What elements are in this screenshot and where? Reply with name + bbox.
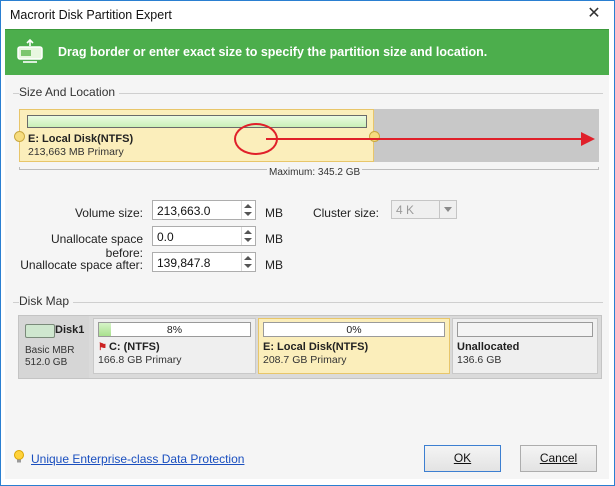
partition-size-text: 136.6 GB — [457, 354, 502, 366]
partition-block-e[interactable]: E: Local Disk(NTFS) 213,663 MB Primary — [19, 109, 374, 162]
partition-size-track[interactable]: E: Local Disk(NTFS) 213,663 MB Primary — [14, 109, 599, 162]
unallocate-after-unit: MB — [265, 258, 283, 272]
cluster-size-select: 4 K — [391, 200, 457, 219]
annotation-arrow-line — [266, 138, 586, 140]
unallocate-after-input[interactable]: 139,847.8 — [152, 252, 256, 272]
partition-size-text: 208.7 GB Primary — [263, 354, 347, 366]
title-bar: Macrorit Disk Partition Expert ✕ — [1, 1, 614, 29]
partition-size-text: 166.8 GB Primary — [98, 354, 182, 366]
dialog-window: Macrorit Disk Partition Expert ✕ Drag bo… — [0, 0, 615, 486]
diskmap-unallocated[interactable]: Unallocated 136.6 GB — [452, 318, 598, 374]
annotation-arrow-head — [581, 132, 595, 146]
volume-size-stepper[interactable] — [241, 201, 255, 219]
spin-down-icon[interactable] — [244, 264, 252, 268]
disk-info[interactable]: Disk1 Basic MBR 512.0 GB — [19, 316, 89, 378]
disk-size: 512.0 GB — [25, 357, 68, 368]
close-button[interactable]: ✕ — [580, 3, 608, 25]
spin-up-icon[interactable] — [244, 230, 252, 234]
unallocate-before-label: Unallocate space before: — [50, 232, 143, 260]
unallocate-before-unit: MB — [265, 232, 283, 246]
partition-name: ⚑ C: (NTFS) — [98, 341, 160, 353]
chevron-down-icon — [439, 201, 456, 218]
disk-type: Basic MBR — [25, 345, 75, 356]
unallocate-after-label: Unallocate space after: — [20, 258, 143, 272]
partition-name: Unallocated — [457, 341, 520, 353]
unallocate-before-input[interactable]: 0.0 — [152, 226, 256, 246]
flag-icon: ⚑ — [98, 342, 107, 353]
enterprise-protection-link[interactable]: Unique Enterprise-class Data Protection — [31, 452, 244, 466]
usage-percent: 8% — [166, 324, 183, 336]
partition-name: E: Local Disk(NTFS) — [263, 341, 369, 353]
partition-name: E: Local Disk(NTFS) — [28, 133, 134, 145]
banner-text: Drag border or enter exact size to speci… — [58, 45, 488, 59]
section-divider — [13, 302, 603, 303]
cancel-button[interactable]: Cancel — [520, 445, 597, 472]
cluster-size-value: 4 K — [396, 203, 415, 217]
volume-size-input[interactable]: 213,663.0 — [152, 200, 256, 220]
size-location-heading: Size And Location — [19, 85, 120, 99]
unallocate-before-value: 0.0 — [157, 230, 174, 244]
unallocate-after-value: 139,847.8 — [157, 256, 211, 270]
usage-percent: 0% — [346, 324, 362, 336]
window-title: Macrorit Disk Partition Expert — [10, 8, 172, 22]
close-icon: ✕ — [587, 5, 601, 22]
usage-bar: 0% — [263, 322, 445, 337]
spin-down-icon[interactable] — [244, 238, 252, 242]
volume-size-label: Volume size: — [74, 206, 143, 220]
spin-up-icon[interactable] — [244, 256, 252, 260]
ok-button[interactable]: OK — [424, 445, 501, 472]
left-resize-handle[interactable] — [14, 131, 25, 142]
unallocate-before-stepper[interactable] — [241, 227, 255, 245]
instruction-banner: Drag border or enter exact size to speci… — [5, 29, 609, 76]
disk-map-heading: Disk Map — [19, 294, 74, 308]
diskmap-partition-e[interactable]: 0% E: Local Disk(NTFS) 208.7 GB Primary — [258, 318, 450, 374]
partition-usage-bar — [27, 115, 367, 128]
disk-map: Disk1 Basic MBR 512.0 GB 8% ⚑ C: (NTFS) 1… — [18, 315, 602, 379]
diskmap-partition-c[interactable]: 8% ⚑ C: (NTFS) 166.8 GB Primary — [93, 318, 256, 374]
usage-bar: 8% — [98, 322, 251, 337]
volume-size-value: 213,663.0 — [157, 204, 211, 218]
spin-up-icon[interactable] — [244, 204, 252, 208]
dialog-content: Size And Location E: Local Disk(NTFS) 21… — [5, 75, 609, 479]
partition-resize-icon — [17, 38, 43, 63]
right-resize-handle[interactable] — [369, 131, 380, 142]
volume-size-unit: MB — [265, 206, 283, 220]
hard-disk-icon — [25, 324, 55, 338]
maximum-size-label: Maximum: 345.2 GB — [267, 167, 363, 178]
partition-size-text: 213,663 MB Primary — [28, 146, 124, 158]
usage-bar — [457, 322, 593, 337]
spin-down-icon[interactable] — [244, 212, 252, 216]
unallocate-after-stepper[interactable] — [241, 253, 255, 271]
cluster-size-label: Cluster size: — [312, 206, 379, 220]
lightbulb-icon — [14, 450, 24, 463]
disk-name: Disk1 — [55, 324, 85, 336]
